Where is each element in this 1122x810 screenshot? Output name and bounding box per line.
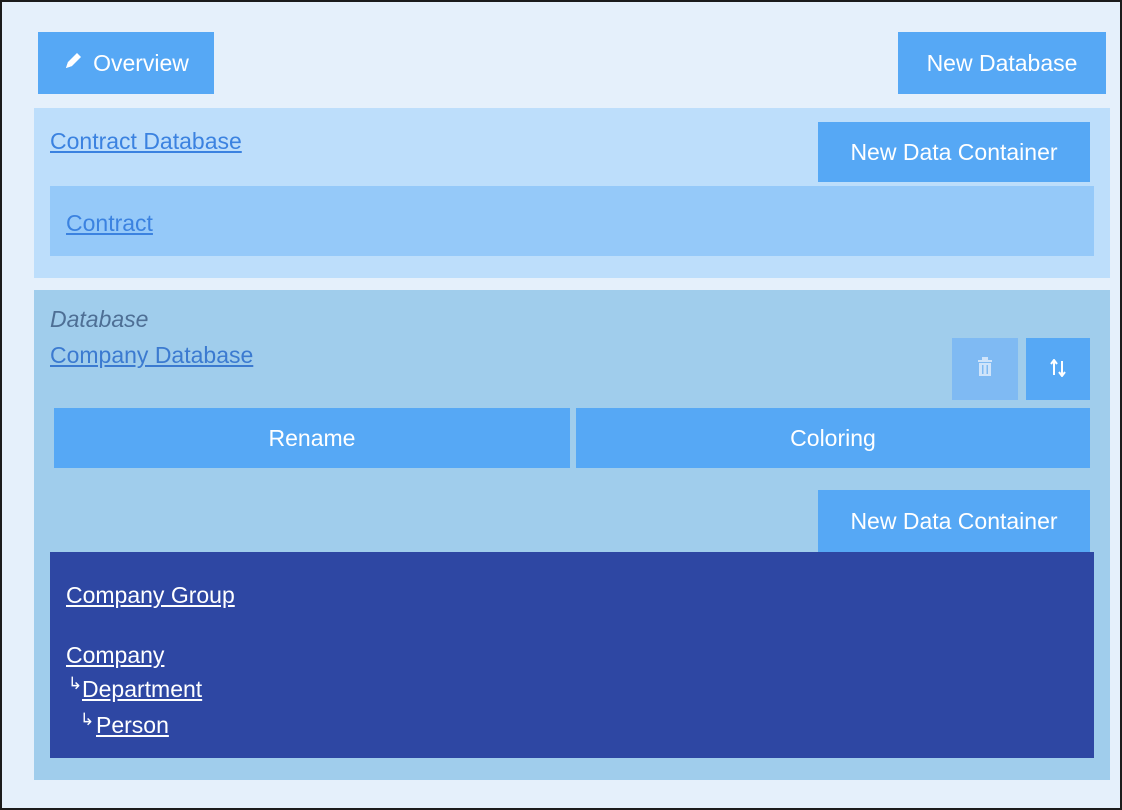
person-link[interactable]: Person — [96, 712, 169, 739]
coloring-button[interactable]: Coloring — [576, 408, 1090, 468]
overview-button[interactable]: Overview — [38, 32, 214, 94]
company-database-link[interactable]: Company Database — [50, 342, 253, 369]
company-group-link[interactable]: Company Group — [66, 582, 235, 609]
trash-icon — [976, 356, 994, 383]
child-arrow-icon: ↳ — [80, 710, 95, 729]
child-arrow-icon: ↳ — [68, 674, 83, 693]
new-data-container-button-company[interactable]: New Data Container — [818, 490, 1090, 552]
app-frame: Overview New Database Contract Database … — [0, 0, 1122, 810]
contract-database-panel: Contract Database New Data Container Con… — [34, 108, 1110, 278]
overview-label: Overview — [93, 49, 189, 76]
database-caption: Database — [50, 306, 149, 332]
company-database-panel: Database Company Database Rename Colorin… — [34, 290, 1110, 780]
sort-button[interactable] — [1026, 338, 1090, 400]
contract-container-list: Contract — [50, 186, 1094, 256]
rename-button[interactable]: Rename — [54, 408, 570, 468]
pencil-icon — [63, 50, 83, 77]
contract-container-link[interactable]: Contract — [66, 210, 153, 237]
new-database-button[interactable]: New Database — [898, 32, 1106, 94]
sort-arrows-icon — [1049, 356, 1067, 383]
company-link[interactable]: Company — [66, 642, 164, 669]
company-container-list: Company Group Company ↳ Department ↳ Per… — [50, 552, 1094, 758]
delete-button[interactable] — [952, 338, 1018, 400]
department-link[interactable]: Department — [82, 676, 202, 703]
new-data-container-button-contract[interactable]: New Data Container — [818, 122, 1090, 182]
contract-database-link[interactable]: Contract Database — [50, 128, 242, 155]
